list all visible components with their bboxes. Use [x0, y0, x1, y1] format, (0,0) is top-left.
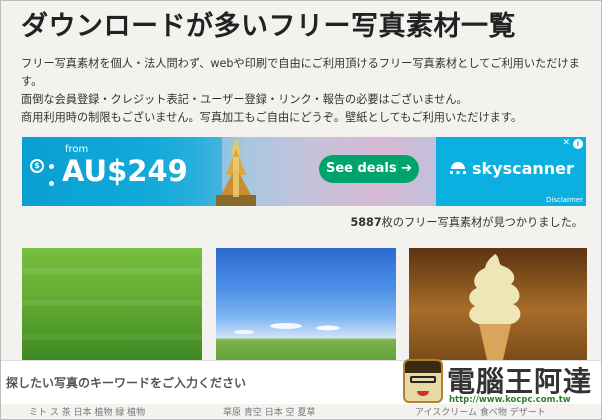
result-count: 5887枚のフリー写真素材が見つかりました。: [350, 214, 583, 230]
grass-stripe: [22, 300, 202, 306]
photo-thumbnail-grass[interactable]: [22, 248, 202, 360]
watermark: 電腦王阿達 http://www.kocpc.com.tw: [401, 359, 601, 407]
result-count-number: 5887: [350, 216, 382, 229]
page-title: ダウンロードが多いフリー写真素材一覧: [21, 11, 516, 42]
photo-thumbnail-sky[interactable]: [216, 248, 396, 360]
coin-icon: $: [30, 159, 44, 173]
ad-price: AU$249: [62, 154, 188, 188]
intro-text: フリー写真素材を個人・法人問わず、webや印刷で自由にご利用頂けるフリー写真素材…: [21, 55, 596, 127]
intro-line-3: 商用利用時の制限もございません。写真加工もご自由にどうぞ。壁紙としてもご利用いた…: [21, 111, 523, 124]
ice-cream-icon: [469, 254, 521, 360]
watermark-name: 電腦王阿達: [447, 365, 593, 398]
ad-dot-icon: [49, 181, 54, 186]
ad-disclaimer[interactable]: Disclaimer: [546, 196, 583, 204]
skyscanner-ad-banner[interactable]: $ from AU$249 See deals ➔ skyscanner Dis…: [22, 137, 586, 206]
result-count-suffix: 枚のフリー写真素材が見つかりました。: [381, 216, 583, 229]
cloud-icon: [234, 323, 340, 334]
intro-line-2: 面倒な会員登録・クレジット表記・ユーザー登録・リンク・報告の必要はございません。: [21, 93, 468, 106]
see-deals-label: See deals: [325, 161, 397, 176]
mascot-hair: [405, 361, 441, 373]
mascot-glasses: [410, 376, 436, 383]
ad-close-icon[interactable]: ✕: [562, 138, 570, 148]
keyword-search-input[interactable]: [3, 363, 401, 403]
temple-icon: [216, 137, 256, 206]
page: ダウンロードが多いフリー写真素材一覧 フリー写真素材を個人・法人問わず、webや…: [1, 1, 602, 420]
arrow-right-icon: ➔: [401, 161, 413, 176]
grass-stripe: [22, 334, 202, 340]
ad-brand-name: skyscanner: [472, 159, 574, 178]
ad-dot-icon: [49, 164, 54, 169]
tags-col-1[interactable]: ミト ス 茶 日本 植物 緑 植物: [29, 405, 145, 418]
watermark-url: http://www.kocpc.com.tw: [449, 395, 571, 405]
skyscanner-logo-icon: [450, 162, 466, 174]
photo-thumbnail-icecream[interactable]: [409, 248, 587, 360]
mascot-face-icon: [403, 359, 443, 403]
ad-info-icon[interactable]: i: [573, 139, 583, 149]
tags-col-2[interactable]: 草原 青空 日本 空 夏草: [223, 405, 315, 418]
grass-stripe: [22, 268, 202, 274]
mascot-mouth: [417, 391, 429, 396]
intro-line-1: フリー写真素材を個人・法人問わず、webや印刷で自由にご利用頂けるフリー写真素材…: [21, 57, 580, 88]
see-deals-button[interactable]: See deals ➔: [319, 155, 419, 183]
